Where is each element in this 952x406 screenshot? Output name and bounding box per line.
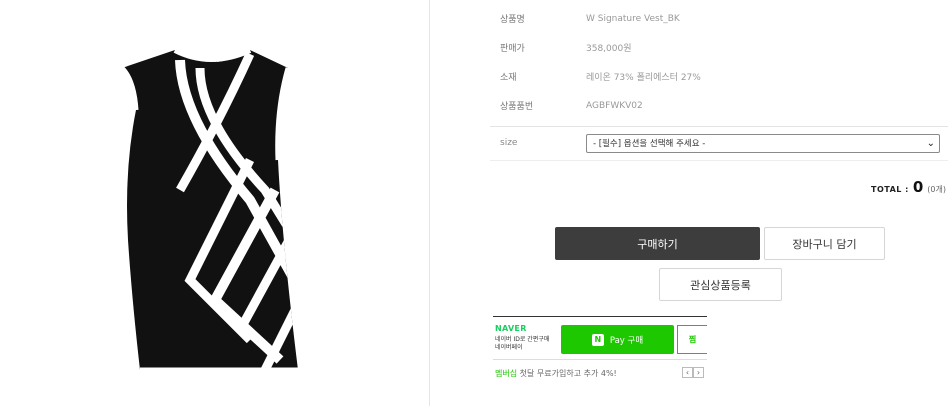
promo-highlight: 멤버십 — [495, 369, 518, 378]
product-name: W Signature Vest_BK — [586, 13, 680, 24]
naver-pay-description: 네이버 ID로 간편구매 네이버페이 — [495, 336, 561, 352]
naver-pay-label: Pay 구매 — [609, 335, 644, 346]
svg-text:W: W — [213, 56, 220, 64]
buy-button[interactable]: 구매하기 — [555, 227, 760, 260]
naver-desc-line: 네이버페이 — [495, 344, 523, 351]
wishlist-button[interactable]: 관심상품등록 — [659, 268, 782, 301]
info-row-name: 상품명 W Signature Vest_BK — [500, 4, 940, 33]
product-code: AGBFWKV02 — [586, 100, 643, 111]
naver-desc-line: 네이버 ID로 간편구매 — [495, 336, 550, 343]
info-label: 상품품번 — [500, 102, 534, 112]
size-select-value: - [필수] 옵션을 선택해 주세요 - — [593, 139, 706, 149]
vest-product-image: W — [120, 47, 298, 373]
size-label: size — [500, 138, 518, 148]
naver-pay-box: NAVER 네이버 ID로 간편구매 네이버페이 N Pay 구매 찜 — [493, 316, 707, 360]
divider — [490, 160, 948, 161]
info-label: 판매가 — [500, 44, 525, 54]
naver-membership-promo[interactable]: 멤버십 첫달 무료가입하고 추가 4%! — [495, 368, 617, 379]
product-material: 레이온 73% 폴리에스터 27% — [586, 73, 701, 83]
size-option-row: size - [필수] 옵션을 선택해 주세요 - ⌄ — [500, 133, 940, 153]
info-row-material: 소재 레이온 73% 폴리에스터 27% — [500, 62, 940, 91]
chevron-left-icon[interactable]: ‹ — [682, 367, 693, 378]
naver-pay-n-icon: N — [591, 333, 604, 346]
naver-pay-button[interactable]: N Pay 구매 — [561, 325, 674, 354]
info-row-price: 판매가 358,000원 — [500, 33, 940, 62]
chevron-right-icon[interactable]: › — [693, 367, 704, 378]
size-select[interactable]: - [필수] 옵션을 선택해 주세요 - ⌄ — [586, 133, 940, 153]
product-info-table: 상품명 W Signature Vest_BK 판매가 358,000원 소재 … — [500, 4, 940, 120]
promo-text: 첫달 무료가입하고 추가 4%! — [519, 369, 617, 378]
info-label: 상품명 — [500, 15, 525, 25]
product-image-panel: W — [0, 0, 430, 406]
info-row-code: 상품품번 AGBFWKV02 — [500, 91, 940, 120]
total-label: TOTAL : — [870, 185, 909, 194]
naver-logo: NAVER — [495, 324, 527, 333]
total-count: (0개) — [927, 185, 946, 194]
total-summary: TOTAL : 0 (0개) — [871, 178, 946, 196]
product-price: 358,000원 — [586, 44, 632, 54]
naver-zzim-button[interactable]: 찜 — [677, 325, 707, 354]
promo-nav: ‹ › — [682, 367, 704, 378]
info-label: 소재 — [500, 73, 517, 83]
divider — [490, 126, 948, 127]
add-to-cart-button[interactable]: 장바구니 담기 — [764, 227, 885, 260]
chevron-down-icon: ⌄ — [926, 137, 935, 149]
total-amount: 0 — [912, 178, 924, 196]
